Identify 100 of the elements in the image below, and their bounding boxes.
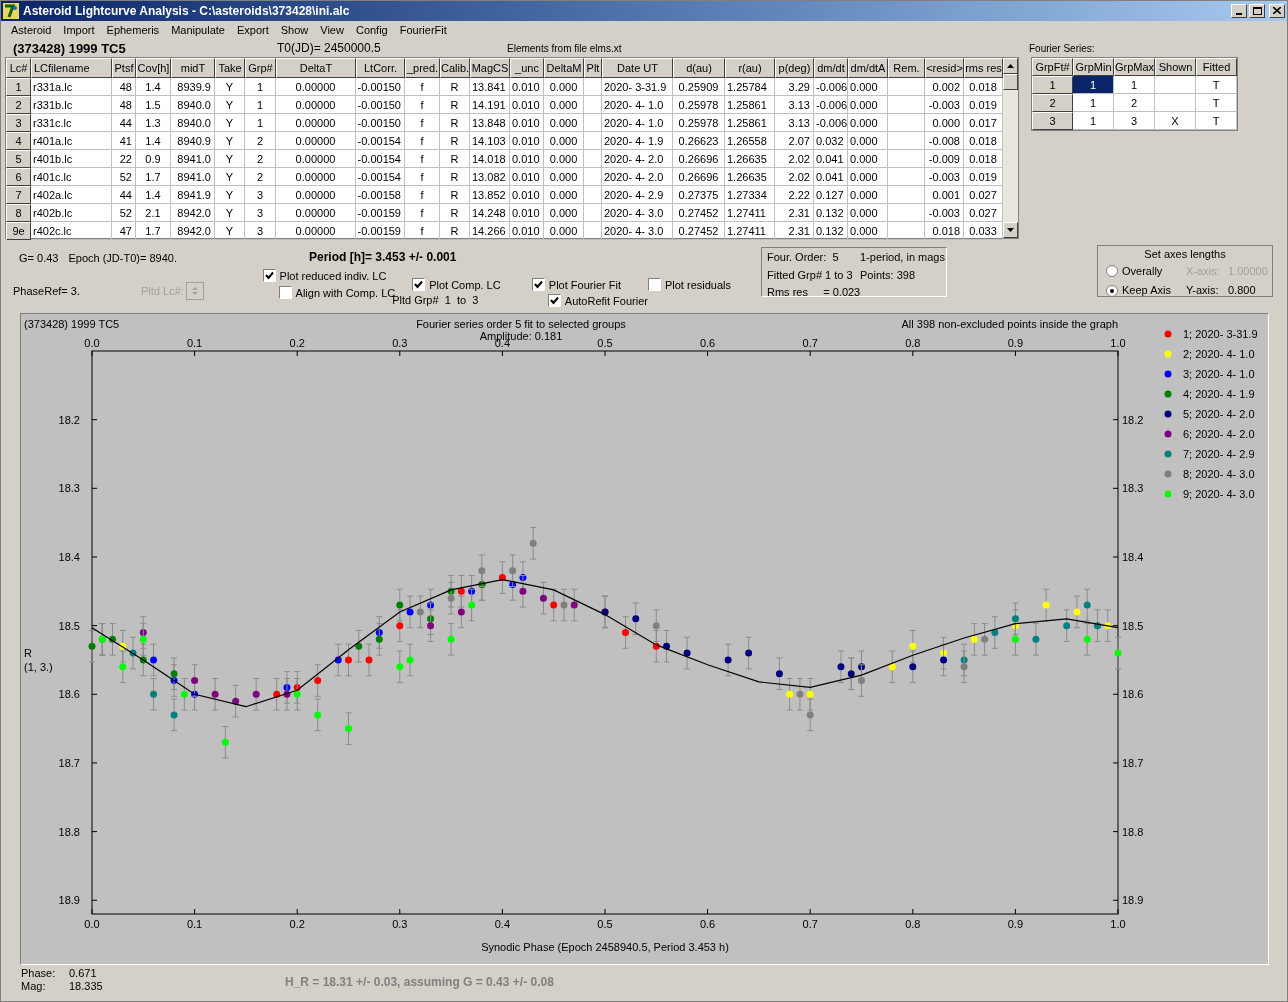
group-title: Set axes lengths [1144,247,1226,263]
table-cell: f [405,222,440,241]
table-cell: 0.26696 [673,168,725,187]
table-cell: 1.5 [136,96,171,115]
table-cell: T [1196,94,1237,113]
table-cell: Y [215,168,245,187]
table-cell: 8940.0 [171,96,215,115]
x-tick-label: 0.0 [84,337,100,350]
field-label: Y-axis: [1186,283,1220,299]
table-cell: r402b.lc [31,204,112,223]
y-tick-label: 18.8 [1122,826,1144,839]
table-cell: 0.000 [848,78,888,97]
table-cell: -0.00150 [356,96,405,115]
table-cell: r401b.lc [31,150,112,169]
table-cell: 2 [1114,94,1155,113]
table-cell: 0.9 [136,150,171,169]
table-cell: 2.22 [775,186,814,205]
x-tick-label: 0.1 [186,918,203,931]
y-tick-label: 18.6 [58,688,80,701]
table-cell: 2.07 [775,132,814,151]
table-cell: 2020- 4- 1.0 [602,114,673,133]
table-cell: R [440,78,470,97]
table-cell: R [440,150,470,169]
table-cell: 44 [112,114,136,133]
table-cell: 0.00000 [276,78,356,97]
table-cell: 0.000 [544,186,584,205]
table-cell: 0.000 [544,78,584,97]
table-cell: T [1196,76,1237,95]
table-cell: 2.02 [775,150,814,169]
table-cell: f [405,78,440,97]
legend-label: 8; 2020- 4- 3.0 [1183,468,1255,481]
table-cell: f [405,114,440,133]
table-cell: 2020- 4- 3.0 [602,222,673,241]
table-cell: 2020- 4- 3.0 [602,204,673,223]
table-cell: 1 [245,114,276,133]
x-tick-label: 1.0 [1110,337,1126,350]
table-cell: 3 [245,204,276,223]
table-cell: 2020- 4- 1.9 [602,132,673,151]
table-cell: 0.000 [848,114,888,133]
elements-source: Elements from file elms.xt [507,41,623,56]
table-cell: 2020- 4- 1.0 [602,96,673,115]
table-cell: 0.26623 [673,132,725,151]
table-cell: 0.010 [510,186,544,205]
info-text: 1-period, in mags [860,250,945,266]
table-cell: 3 [245,222,276,241]
table-cell: 8940.9 [171,132,215,151]
table-cell: 0.001 [925,186,964,205]
fourier-series-label: Fourier Series: [1029,41,1095,56]
table-cell: 8941.0 [171,168,215,187]
table-cell: 1 [245,78,276,97]
table-cell: -0.008 [925,132,964,151]
table-cell: 1.4 [136,186,171,205]
table-cell: f [405,132,440,151]
table-cell: 47 [112,222,136,241]
table-cell: -0.00154 [356,168,405,187]
y-tick-label: 18.4 [58,551,80,564]
table-cell: 8941.9 [171,186,215,205]
table-cell: 8942.0 [171,222,215,241]
table-cell: 2.31 [775,204,814,223]
y-tick-label: 18.7 [1122,757,1144,770]
x-tick-label: 0.2 [289,337,305,350]
table-cell: Y [215,204,245,223]
table-cell: X [1155,112,1196,131]
table-cell: -0.003 [925,204,964,223]
table-cell: 0.010 [510,132,544,151]
table-cell: 0.000 [848,204,888,223]
table-cell: Y [215,114,245,133]
table-cell: 2 [245,168,276,187]
table-cell: -0.00154 [356,150,405,169]
info-text: Four. Order: 5 [767,250,840,266]
x-tick-label: 0.2 [289,918,305,931]
table-cell: 14.266 [470,222,510,241]
y-tick-label: 18.2 [58,414,80,427]
info-text: Rms res = 0.023 [767,285,860,301]
y-tick-label: 18.4 [1122,551,1144,564]
table-cell: r401a.lc [31,132,112,151]
table-cell: 1.26635 [725,168,775,187]
chart-title: Fourier series order 5 fit to selected groups [416,318,626,331]
table-cell: -0.009 [925,150,964,169]
y-tick-label: 18.7 [58,757,80,770]
table-cell: R [440,114,470,133]
table-cell: 2020- 4- 2.9 [602,186,673,205]
legend-label: 9; 2020- 4- 3.0 [1183,488,1255,501]
table-cell: 2 [245,150,276,169]
legend-label: 6; 2020- 4- 2.0 [1183,428,1255,441]
table-cell: 48 [112,78,136,97]
table-cell: 8942.0 [171,204,215,223]
table-cell: 0.00000 [276,204,356,223]
table-cell: 2020- 4- 2.0 [602,168,673,187]
table-cell: r331b.lc [31,96,112,115]
table-cell: Y [215,96,245,115]
table-cell: f [405,96,440,115]
table-cell: 0.25909 [673,78,725,97]
table-cell: 2.1 [136,204,171,223]
table-cell: f [405,204,440,223]
y-axis-label: R [24,647,32,660]
table-cell: 3.13 [775,114,814,133]
x-tick-label: 0.9 [1007,918,1024,931]
table-cell: 52 [112,168,136,187]
table-cell: 8939.9 [171,78,215,97]
